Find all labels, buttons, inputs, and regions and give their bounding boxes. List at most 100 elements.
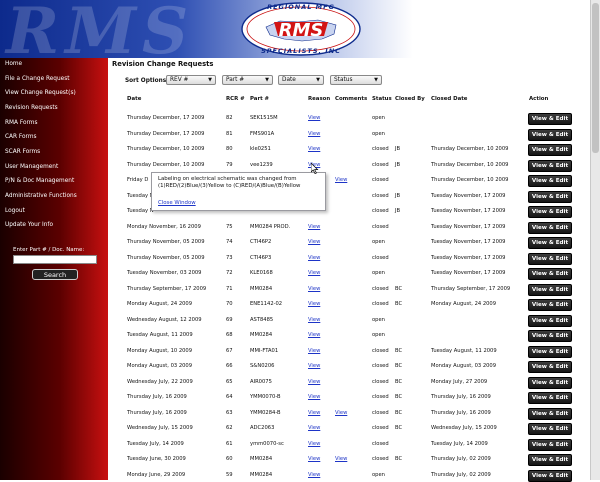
cell-rcr: 64 xyxy=(226,394,233,400)
sidebar-item-file-change-request[interactable]: File a Change Request xyxy=(5,76,70,82)
cell-closed-by: BC xyxy=(395,285,403,292)
view-edit-button[interactable]: View & Edit xyxy=(528,190,572,203)
cell-part: AIR0075 xyxy=(250,378,272,385)
sidebar-item-admin-functions[interactable]: Administrative Functions xyxy=(5,193,77,199)
cell-closed-date: Thursday July, 02 2009 xyxy=(431,471,491,478)
cell-reason[interactable]: View xyxy=(308,421,320,435)
sidebar-item-rma-forms[interactable]: RMA Forms xyxy=(5,120,37,126)
scrollbar-thumb[interactable] xyxy=(592,3,599,153)
cell-reason[interactable]: View xyxy=(308,251,320,265)
cell-reason[interactable]: View xyxy=(308,437,320,451)
cell-rcr: 65 xyxy=(226,378,233,385)
cell-reason[interactable]: View xyxy=(308,313,320,327)
view-edit-button[interactable]: View & Edit xyxy=(528,128,572,141)
cell-closed-by: JB xyxy=(395,208,401,214)
cell-part: ymm0070-sc xyxy=(250,440,284,447)
view-edit-button[interactable]: View & Edit xyxy=(528,330,572,342)
cell-reason[interactable]: View xyxy=(308,406,320,420)
view-edit-button[interactable]: View & Edit xyxy=(528,175,572,187)
view-edit-button[interactable]: View & Edit xyxy=(528,314,572,327)
sidebar-item-view-change-requests[interactable]: View Change Request(s) xyxy=(5,90,76,96)
search-button[interactable]: Search xyxy=(32,269,78,280)
table-row: Thursday December, 10 2009 80 kle0251 View c… xyxy=(108,142,590,156)
cell-reason[interactable]: View xyxy=(308,266,320,280)
cell-reason[interactable]: View xyxy=(308,282,320,296)
cell-status: closed xyxy=(372,425,389,431)
view-edit-button[interactable]: View & Edit xyxy=(528,438,572,451)
view-edit-button[interactable]: View & Edit xyxy=(528,206,572,218)
view-edit-button[interactable]: View & Edit xyxy=(528,407,572,420)
cell-reason[interactable]: View xyxy=(308,111,320,125)
cell-reason[interactable]: View xyxy=(308,468,320,482)
part-search-input[interactable] xyxy=(13,255,97,264)
sidebar-item-revision-requests[interactable]: Revision Requests xyxy=(5,105,58,111)
sidebar-item-home[interactable]: Home xyxy=(5,61,22,67)
cell-date: Thursday December, 10 2009 xyxy=(127,161,205,168)
view-edit-button[interactable]: View & Edit xyxy=(528,113,572,125)
cell-reason[interactable]: View xyxy=(308,375,320,389)
cell-closed-date: Tuesday November, 17 2009 xyxy=(431,254,506,261)
cell-date: Monday November, 16 2009 xyxy=(127,223,201,230)
cell-date: Thursday November, 05 2009 xyxy=(127,254,205,261)
view-edit-button[interactable]: View & Edit xyxy=(528,221,572,234)
sidebar-item-car-forms[interactable]: CAR Forms xyxy=(5,134,37,140)
cell-reason[interactable]: View xyxy=(308,235,320,249)
view-edit-button[interactable]: View & Edit xyxy=(528,283,572,296)
cell-status: closed xyxy=(372,440,389,447)
view-edit-button[interactable]: View & Edit xyxy=(528,392,572,404)
cell-comments[interactable]: View xyxy=(335,452,347,466)
cell-date: Tuesday N xyxy=(127,192,154,199)
cell-date: Wednesday July, 22 2009 xyxy=(127,378,193,385)
sidebar-item-logout[interactable]: Logout xyxy=(5,208,25,214)
cell-date: Monday August, 24 2009 xyxy=(127,301,193,307)
table-row: Wednesday August, 12 2009 69 AST8485 View op… xyxy=(108,313,590,327)
view-edit-button[interactable]: View & Edit xyxy=(528,252,572,265)
view-edit-button[interactable]: View & Edit xyxy=(528,345,572,358)
cell-reason[interactable]: View xyxy=(308,127,320,141)
sort-date-select[interactable]: Date ▼ xyxy=(278,75,324,85)
cell-date: Thursday September, 17 2009 xyxy=(127,285,207,292)
view-edit-button[interactable]: View & Edit xyxy=(528,159,572,172)
col-header-part: Part # xyxy=(250,96,270,102)
view-edit-button[interactable]: View & Edit xyxy=(528,144,572,156)
view-edit-button[interactable]: View & Edit xyxy=(528,237,572,249)
col-header-closed-by: Closed By xyxy=(395,96,425,102)
cell-rcr: 62 xyxy=(226,425,233,431)
cell-reason[interactable]: View xyxy=(308,344,320,358)
sort-part-select[interactable]: Part # ▼ xyxy=(222,75,273,85)
cell-date: Wednesday July, 15 2009 xyxy=(127,425,193,431)
cell-reason[interactable]: View xyxy=(308,220,320,234)
cell-rcr: 63 xyxy=(226,409,233,416)
cell-status: closed xyxy=(372,347,389,354)
cell-reason[interactable]: View xyxy=(308,142,320,156)
page-scrollbar[interactable] xyxy=(590,0,600,480)
table-row: Monday November, 16 2009 75 MM0284 PROD. Vi… xyxy=(108,220,590,234)
cell-reason[interactable]: View xyxy=(308,328,320,342)
sidebar-item-update-info[interactable]: Update Your Info xyxy=(5,222,53,228)
close-window-link[interactable]: Close Window xyxy=(158,200,196,206)
cell-closed-date: Thursday July, 16 2009 xyxy=(431,394,491,400)
cell-closed-date: Wednesday July, 15 2009 xyxy=(431,425,497,431)
cell-closed-by: BC xyxy=(395,456,403,462)
rms-logo[interactable]: REGIONAL MFG RMS SPECIALISTS, INC xyxy=(240,1,362,57)
sort-status-select[interactable]: Status ▼ xyxy=(330,75,382,85)
table-row: Monday August, 10 2009 67 MMI-FTA01 View clo… xyxy=(108,344,590,358)
view-edit-button[interactable]: View & Edit xyxy=(528,454,572,466)
view-edit-button[interactable]: View & Edit xyxy=(528,299,572,311)
sidebar-item-user-management[interactable]: User Management xyxy=(5,164,58,170)
cell-comments[interactable]: View xyxy=(335,406,347,420)
view-edit-button[interactable]: View & Edit xyxy=(528,423,572,435)
cell-reason[interactable]: View xyxy=(308,452,320,466)
view-edit-button[interactable]: View & Edit xyxy=(528,361,572,373)
sidebar-item-pn-doc-management[interactable]: P/N & Doc Management xyxy=(5,178,74,184)
sort-rev-select[interactable]: REV # ▼ xyxy=(166,75,216,85)
cell-status: open xyxy=(372,239,385,245)
cell-reason[interactable]: View xyxy=(308,390,320,404)
cell-reason[interactable]: View xyxy=(308,297,320,311)
view-edit-button[interactable]: View & Edit xyxy=(528,268,572,280)
sidebar-item-scar-forms[interactable]: SCAR Forms xyxy=(5,149,40,155)
chevron-down-icon: ▼ xyxy=(374,77,378,83)
view-edit-button[interactable]: View & Edit xyxy=(528,376,572,389)
cell-reason[interactable]: View xyxy=(308,359,320,373)
cell-comments[interactable]: View xyxy=(335,173,347,187)
